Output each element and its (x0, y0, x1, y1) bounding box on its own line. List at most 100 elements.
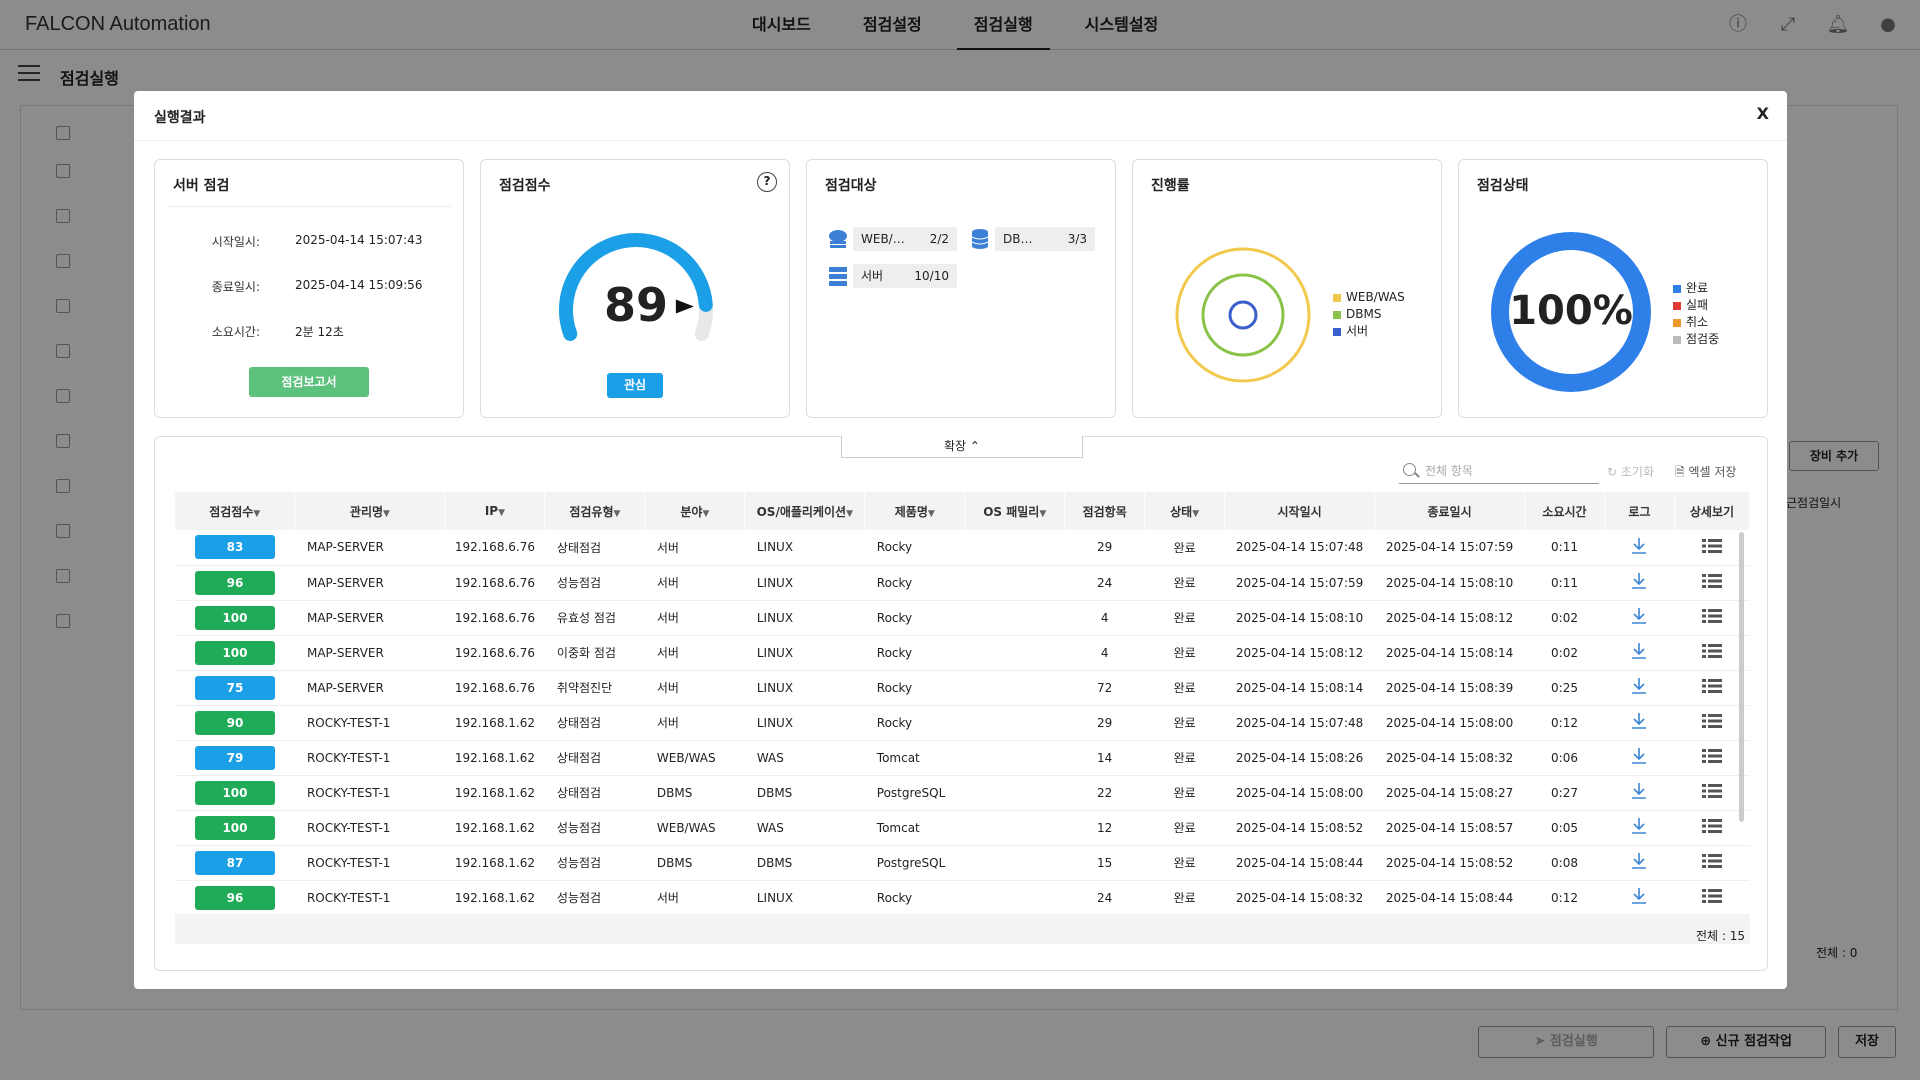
table-scrollbar[interactable] (1739, 532, 1744, 822)
cell-items: 15 (1064, 845, 1145, 881)
download-icon[interactable] (1629, 816, 1649, 836)
detail-cell (1674, 845, 1750, 881)
cell-product: Rocky (864, 670, 965, 706)
cell-os: WAS (744, 810, 865, 846)
list-icon[interactable] (1701, 889, 1722, 903)
cell-start: 2025-04-14 15:08:44 (1224, 845, 1375, 881)
filter-icon[interactable]: ▼ (383, 509, 390, 519)
download-icon[interactable] (1629, 571, 1649, 591)
legend-swatch (1673, 335, 1681, 344)
filter-icon[interactable]: ▼ (498, 508, 505, 518)
list-icon[interactable] (1701, 784, 1722, 798)
table-row[interactable]: 75 MAP-SERVER 192.168.6.76 취약점진단 서버 LINUX Rock… (175, 670, 1750, 706)
download-icon[interactable] (1629, 886, 1649, 906)
column-header[interactable]: IP▼ (444, 492, 546, 530)
column-header[interactable]: 시작일시 (1224, 492, 1376, 530)
list-icon[interactable] (1701, 714, 1722, 728)
download-icon[interactable] (1629, 606, 1649, 626)
download-icon[interactable] (1629, 536, 1649, 556)
column-header[interactable]: 종료일시 (1374, 492, 1526, 530)
table-row[interactable]: 100 MAP-SERVER 192.168.6.76 이중화 점검 서버 LINUX Ro… (175, 635, 1750, 671)
card-title: 점검대상 (825, 178, 877, 194)
cell-field: 서버 (644, 635, 745, 671)
list-icon[interactable] (1701, 538, 1722, 553)
column-header[interactable]: 상태▼ (1144, 492, 1226, 530)
table-row[interactable]: 83 MAP-SERVER 192.168.6.76 상태점검 서버 LINUX Rocky… (175, 530, 1750, 566)
filter-icon[interactable]: ▼ (253, 509, 260, 519)
score-badge: 100 (194, 605, 275, 630)
report-button[interactable]: 점검보고서 (249, 367, 369, 397)
cell-name: ROCKY-TEST-1 (294, 810, 445, 846)
list-icon[interactable] (1701, 574, 1722, 588)
list-icon[interactable] (1701, 749, 1722, 763)
column-header[interactable]: 제품명▼ (864, 492, 966, 530)
table-row[interactable]: 100 ROCKY-TEST-1 192.168.1.62 상태점검 DBMS DBMS P… (175, 775, 1750, 811)
search-box[interactable]: 전체 항목 (1399, 456, 1599, 484)
filter-icon[interactable]: ▼ (1039, 509, 1046, 519)
log-cell (1604, 530, 1675, 566)
list-icon[interactable] (1701, 644, 1722, 658)
search-placeholder: 전체 항목 (1425, 464, 1473, 478)
list-icon[interactable] (1701, 819, 1722, 833)
column-header[interactable]: 관리명▼ (294, 492, 446, 530)
close-button[interactable]: X (1757, 104, 1769, 123)
card-title: 서버 점검 (173, 178, 230, 194)
card-title: 진행률 (1151, 178, 1190, 194)
filter-icon[interactable]: ▼ (928, 509, 935, 519)
cell-ip: 192.168.1.62 (444, 740, 545, 776)
column-header[interactable]: OS/애플리케이션▼ (744, 492, 866, 530)
download-icon[interactable] (1629, 746, 1649, 766)
download-icon[interactable] (1629, 781, 1649, 801)
filter-icon[interactable]: ▼ (702, 509, 709, 519)
table-row[interactable]: 87 ROCKY-TEST-1 192.168.1.62 성능점검 DBMS DBMS Po… (175, 845, 1750, 881)
cell-status: 완료 (1144, 880, 1225, 916)
legend-item: 점검중 (1673, 331, 1719, 348)
cell-field: 서버 (644, 600, 745, 636)
legend-item: 취소 (1673, 314, 1719, 331)
filter-icon[interactable]: ▼ (1192, 509, 1199, 519)
cell-start: 2025-04-14 15:08:32 (1224, 880, 1375, 916)
list-icon[interactable] (1701, 679, 1722, 693)
cell-status: 완료 (1144, 530, 1225, 566)
column-label: OS 패밀리 (983, 504, 1040, 519)
column-header[interactable]: OS 패밀리▼ (964, 492, 1066, 530)
reset-button[interactable]: ↻ 초기화 (1607, 463, 1654, 480)
column-label: 점검유형 (569, 504, 614, 519)
target-db: DB… 3/3 (995, 227, 1095, 251)
log-cell (1604, 880, 1675, 916)
excel-button[interactable]: 🗎︎ 엑셀 저장 (1675, 463, 1736, 484)
column-header[interactable]: 소요시간 (1524, 492, 1605, 530)
list-icon[interactable] (1701, 609, 1722, 623)
cell-family (964, 775, 1065, 811)
column-header[interactable]: 분야▼ (644, 492, 746, 530)
download-icon[interactable] (1629, 641, 1649, 661)
column-header[interactable]: 점검점수▼ (175, 492, 296, 530)
download-icon[interactable] (1629, 711, 1649, 731)
table-row[interactable]: 100 MAP-SERVER 192.168.6.76 유효성 점검 서버 LINUX Ro… (175, 600, 1750, 636)
download-icon[interactable] (1629, 676, 1649, 696)
legend-label: DBMS (1346, 307, 1382, 321)
log-cell (1604, 565, 1675, 601)
column-header[interactable]: 상세보기 (1674, 492, 1751, 530)
cell-product: Rocky (864, 600, 965, 636)
list-icon[interactable] (1701, 854, 1722, 868)
download-icon[interactable] (1629, 851, 1649, 871)
table-footer-bar (175, 914, 1750, 944)
column-header[interactable]: 점검유형▼ (544, 492, 646, 530)
table-row[interactable]: 96 ROCKY-TEST-1 192.168.1.62 성능점검 서버 LINUX Roc… (175, 880, 1750, 916)
filter-icon[interactable]: ▼ (846, 509, 853, 519)
expand-button[interactable]: 확장 ⌃ (841, 436, 1083, 458)
server-icon (829, 267, 847, 286)
column-header[interactable]: 점검항목 (1064, 492, 1146, 530)
column-header[interactable]: 로그 (1604, 492, 1675, 530)
table-row[interactable]: 100 ROCKY-TEST-1 192.168.1.62 성능점검 WEB/WAS WA… (175, 810, 1750, 846)
help-icon[interactable]: ? (757, 172, 777, 192)
cell-os: LINUX (744, 705, 865, 741)
table-row[interactable]: 96 MAP-SERVER 192.168.6.76 성능점검 서버 LINUX Rocky… (175, 565, 1750, 601)
table-row[interactable]: 90 ROCKY-TEST-1 192.168.1.62 상태점검 서버 LINUX Roc… (175, 705, 1750, 741)
cell-start: 2025-04-14 15:07:59 (1224, 565, 1375, 601)
table-row[interactable]: 79 ROCKY-TEST-1 192.168.1.62 상태점검 WEB/WAS WAS… (175, 740, 1750, 776)
filter-icon[interactable]: ▼ (614, 509, 621, 519)
results-panel: 확장 ⌃ 전체 항목 ↻ 초기화 🗎︎ 엑셀 저장 점검점수▼ 관리명▼ IP▼ 점검… (154, 436, 1768, 971)
cell-field: WEB/WAS (644, 740, 745, 776)
